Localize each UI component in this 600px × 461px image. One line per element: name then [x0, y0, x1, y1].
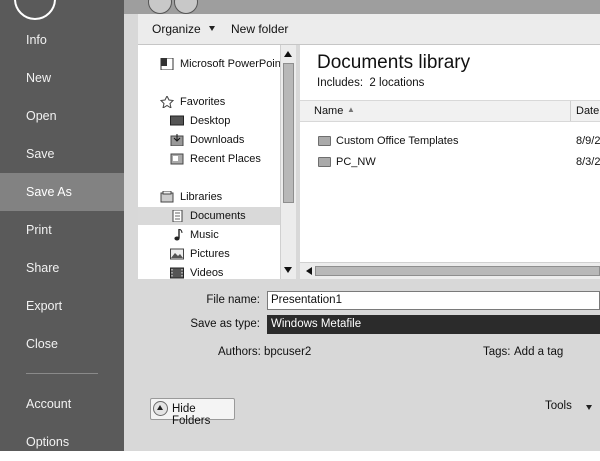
star-icon [160, 96, 174, 108]
tree-item-label: Libraries [180, 191, 223, 203]
save-as-dialog: Organize New folder Microsoft PowerPoint… [124, 0, 600, 451]
backstage-item-info[interactable]: Info [0, 21, 124, 59]
save-type-select[interactable]: Windows Metafile [267, 315, 600, 334]
file-date: 8/9/2 [576, 135, 600, 147]
tree-item-documents[interactable]: Documents [138, 207, 280, 225]
tree-item-label: Documents [190, 210, 246, 222]
tree-item-label: Favorites [180, 96, 226, 108]
tree-item-label: Videos [190, 267, 224, 279]
library-title: Documents library [317, 52, 471, 73]
column-divider[interactable] [570, 101, 571, 121]
includes-value[interactable]: 2 locations [369, 77, 424, 89]
tree-item-label: Music [190, 229, 219, 241]
collapse-up-icon [153, 401, 168, 416]
libraries-icon [160, 191, 174, 203]
hide-folders-label: Hide Folders [172, 403, 211, 427]
tools-button[interactable]: Tools [545, 400, 572, 412]
tree-item-downloads[interactable]: Downloads [138, 131, 280, 149]
backstage-item-open[interactable]: Open [0, 97, 124, 135]
backstage-item-save-as[interactable]: Save As [0, 173, 124, 211]
navigation-pane: Microsoft PowerPoint Favorites Desktop D… [138, 45, 280, 279]
downloads-icon [170, 134, 184, 146]
backstage-item-close[interactable]: Close [0, 325, 124, 363]
tree-item-recent-places[interactable]: Recent Places [138, 150, 280, 168]
tree-item-libraries[interactable]: Libraries [138, 188, 280, 206]
includes-label: Includes: [317, 77, 364, 89]
hide-folders-button[interactable]: Hide Folders [150, 398, 235, 427]
powerpoint-icon [160, 58, 174, 70]
backstage-nav: Info New Open Save Save As Print Share E… [0, 0, 124, 451]
backstage-item-account[interactable]: Account [0, 385, 124, 423]
folder-icon [318, 157, 331, 167]
backstage-item-save[interactable]: Save [0, 135, 124, 173]
chevron-down-icon [208, 26, 215, 31]
tree-item-music[interactable]: Music [138, 226, 280, 244]
scroll-thumb[interactable] [283, 63, 294, 203]
new-folder-button[interactable]: New folder [231, 14, 288, 44]
file-name-label: File name: [206, 294, 260, 306]
address-bar [124, 0, 600, 14]
folder-icon [318, 136, 331, 146]
organize-button[interactable]: Organize [152, 14, 215, 44]
file-list-hscrollbar[interactable] [300, 262, 600, 279]
file-date: 8/3/2 [576, 156, 600, 168]
library-includes: Includes: 2 locations [317, 77, 424, 89]
backstage-item-options[interactable]: Options [0, 423, 124, 461]
tree-item-powerpoint[interactable]: Microsoft PowerPoint [138, 55, 280, 73]
list-item[interactable]: Custom Office Templates 8/9/2 [300, 131, 600, 151]
videos-icon [170, 267, 184, 279]
sort-ascending-icon: ▲ [347, 105, 355, 114]
tags-label: Tags: [483, 346, 511, 358]
column-date-header[interactable]: Date [576, 105, 599, 117]
tree-item-label: Microsoft PowerPoint [180, 58, 280, 70]
file-name: PC_NW [336, 156, 376, 168]
file-list-pane: Documents library Includes: 2 locations … [300, 45, 600, 279]
tree-item-favorites[interactable]: Favorites [138, 93, 280, 111]
scroll-down-icon[interactable] [284, 267, 292, 273]
dialog-toolbar: Organize New folder [138, 14, 600, 45]
backstage-item-new[interactable]: New [0, 59, 124, 97]
tags-value[interactable]: Add a tag [514, 346, 563, 358]
authors-label: Authors: [218, 346, 261, 358]
tree-item-pictures[interactable]: Pictures [138, 245, 280, 263]
forward-nav-icon[interactable] [174, 0, 198, 14]
scroll-thumb[interactable] [315, 266, 600, 276]
scroll-left-icon[interactable] [306, 267, 312, 275]
organize-label: Organize [152, 22, 201, 36]
file-name-field[interactable]: Presentation1 [267, 291, 600, 310]
tree-item-label: Recent Places [190, 153, 261, 165]
music-icon [174, 229, 183, 241]
column-header: Name ▲ Date [300, 100, 600, 122]
save-type-label: Save as type: [190, 318, 260, 330]
backstage-separator [26, 373, 98, 374]
pictures-icon [170, 248, 184, 260]
column-name-header[interactable]: Name [314, 105, 343, 117]
documents-icon [172, 210, 183, 222]
tree-item-desktop[interactable]: Desktop [138, 112, 280, 130]
back-arrow-icon[interactable] [14, 0, 56, 20]
list-item[interactable]: PC_NW 8/3/2 [300, 152, 600, 172]
backstage-item-share[interactable]: Share [0, 249, 124, 287]
tree-item-label: Desktop [190, 115, 231, 127]
tree-item-label: Pictures [190, 248, 230, 260]
scroll-up-icon[interactable] [284, 51, 292, 57]
nav-scrollbar[interactable] [280, 45, 296, 279]
back-nav-icon[interactable] [148, 0, 172, 14]
backstage-item-export[interactable]: Export [0, 287, 124, 325]
file-name: Custom Office Templates [336, 135, 459, 147]
chevron-down-icon[interactable] [586, 405, 592, 410]
recent-places-icon [170, 153, 184, 165]
authors-value[interactable]: bpcuser2 [264, 346, 311, 358]
desktop-icon [170, 115, 184, 126]
tree-item-label: Downloads [190, 134, 245, 146]
tree-item-videos[interactable]: Videos [138, 264, 280, 279]
backstage-item-print[interactable]: Print [0, 211, 124, 249]
